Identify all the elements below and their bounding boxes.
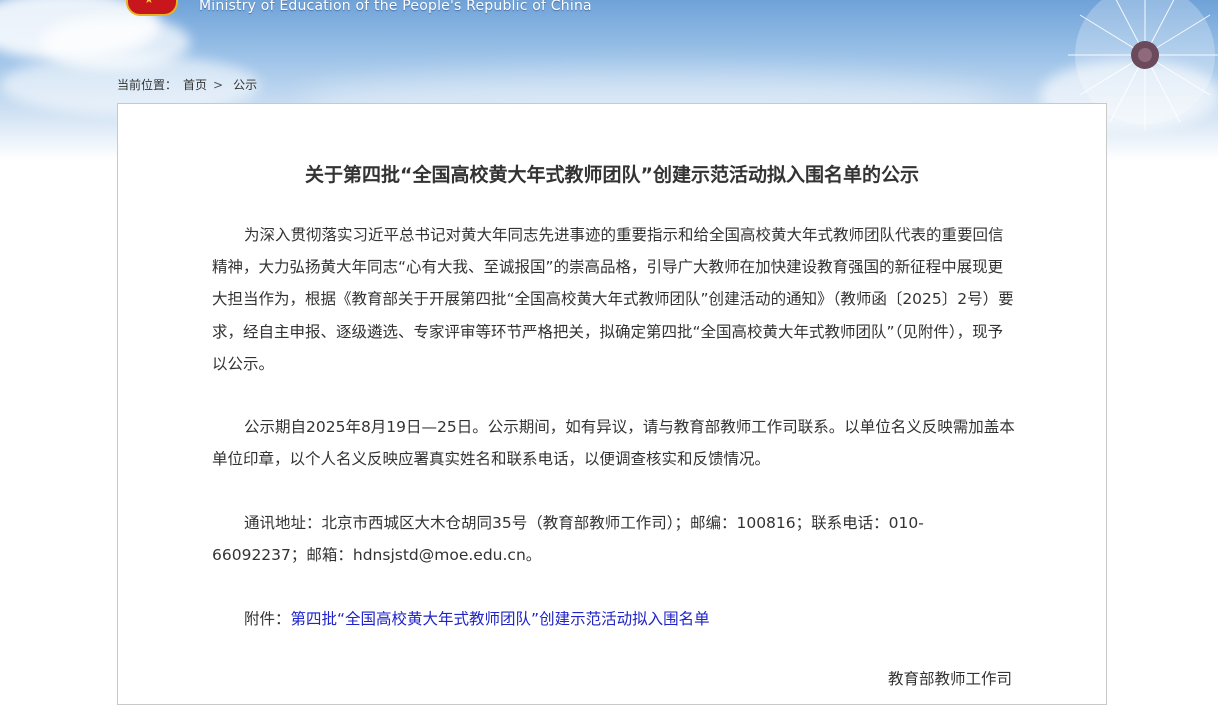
national-emblem-logo[interactable]: ★ xyxy=(126,0,178,16)
breadcrumb-prefix: 当前位置： xyxy=(117,78,178,92)
article-paragraph: 为深入贯彻落实习近平总书记对黄大年同志先进事迹的重要指示和给全国高校黄大年式教师… xyxy=(212,219,1016,380)
signer: 教育部教师工作司 xyxy=(887,670,1012,688)
star-icon: ★ xyxy=(144,0,154,5)
attachment-label: 附件： xyxy=(244,610,291,628)
paragraph-text: 通讯地址：北京市西城区大木仓胡同35号（教育部教师工作司）；邮编：100816；… xyxy=(212,514,924,565)
article-panel: 关于第四批“全国高校黄大年式教师团队”创建示范活动拟入围名单的公示 为深入贯彻落… xyxy=(117,103,1107,705)
breadcrumb-home-link[interactable]: 首页 xyxy=(183,78,207,92)
attachment-line: 附件：第四批“全国高校黄大年式教师团队”创建示范活动拟入围名单 xyxy=(212,603,1016,635)
site-title[interactable]: Ministry of Education of the People's Re… xyxy=(199,0,592,14)
article-title: 关于第四批“全国高校黄大年式教师团队”创建示范活动拟入围名单的公示 xyxy=(305,164,919,186)
paragraph-text: 公示期自2025年8月19日—25日。公示期间，如有异议，请与教育部教师工作司联… xyxy=(212,418,1015,469)
breadcrumb-current-link[interactable]: 公示 xyxy=(233,78,257,92)
breadcrumb-separator-icon: > xyxy=(213,78,224,92)
attachment-link[interactable]: 第四批“全国高校黄大年式教师团队”创建示范活动拟入围名单 xyxy=(291,610,710,628)
breadcrumb: 当前位置： 首页 > 公示 xyxy=(117,76,257,93)
article-paragraph: 公示期自2025年8月19日—25日。公示期间，如有异议，请与教育部教师工作司联… xyxy=(212,411,1016,475)
article-paragraph: 通讯地址：北京市西城区大木仓胡同35号（教育部教师工作司）；邮编：100816；… xyxy=(212,507,1016,571)
paragraph-text: 为深入贯彻落实习近平总书记对黄大年同志先进事迹的重要指示和给全国高校黄大年式教师… xyxy=(212,226,1014,373)
